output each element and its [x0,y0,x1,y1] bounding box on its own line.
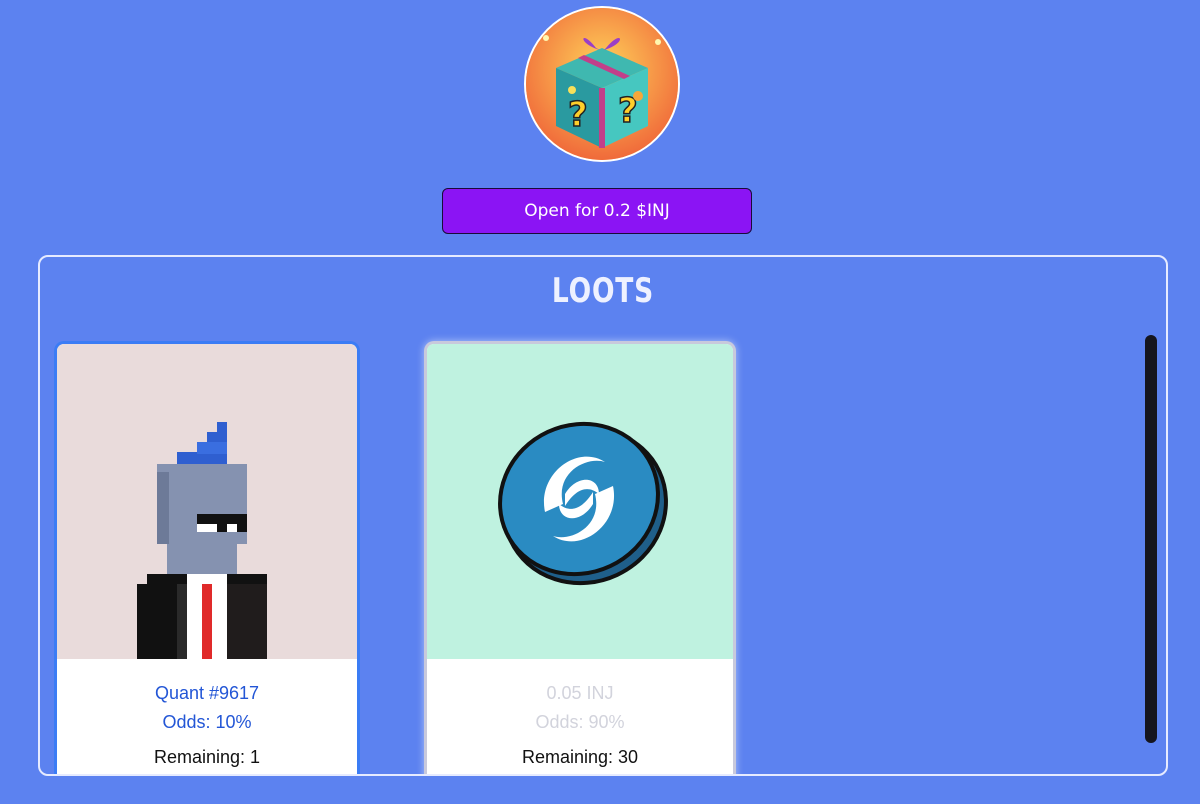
loot-odds: Odds: 10% [162,712,252,732]
mystery-box-avatar: ? ? [524,6,680,162]
mystery-gift-box-icon: ? ? [526,8,678,160]
loot-card-image [57,344,357,659]
loot-name: Quant #9617 [154,683,260,703]
loot-card-image [427,344,733,659]
loot-card-inj[interactable]: 0.05 INJ Odds: 90% Remaining: 30 [424,341,736,774]
loot-remaining: Remaining: 30 [521,747,639,767]
injective-coin-icon [498,421,668,586]
loot-odds: Odds: 90% [535,712,625,732]
svg-text:?: ? [568,95,588,135]
loot-card-quant[interactable]: Quant #9617 Odds: 10% Remaining: 1 [54,341,360,774]
loot-name: 0.05 INJ [546,683,614,703]
loot-remaining: Remaining: 1 [153,747,261,767]
open-box-button[interactable]: Open for 0.2 $INJ [442,188,752,234]
pixel-punk-nft-icon [137,422,267,659]
loots-panel: LOOTS Quant #9617 Odds: 10% Remaining: 1… [38,255,1168,776]
loots-title: LOOTS [551,271,655,311]
loots-scrollbar[interactable] [1145,335,1157,743]
